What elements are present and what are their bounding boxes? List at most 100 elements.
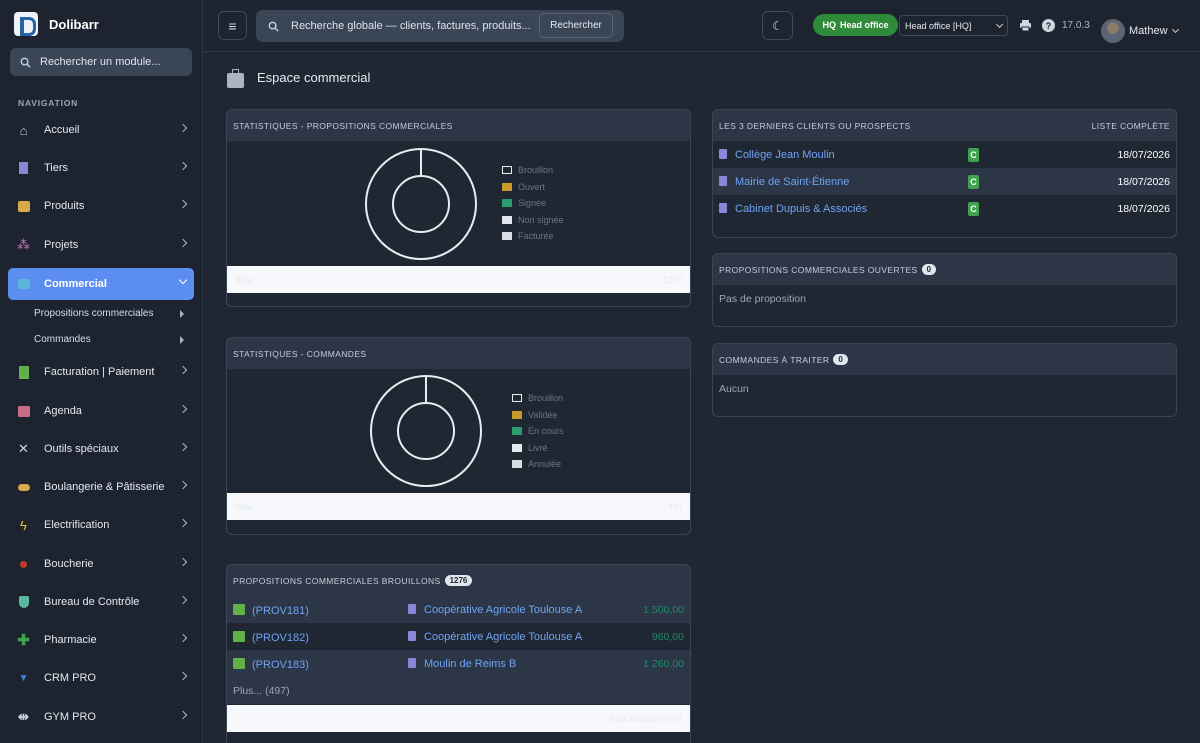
dark-mode-button[interactable]: ☾	[762, 11, 793, 40]
table-row[interactable]: (PROV181) Coopérative Agricole Toulouse …	[227, 596, 690, 623]
client-cell[interactable]: Coopérative Agricole Toulouse A	[408, 630, 582, 643]
user-menu[interactable]: Mathew	[1129, 25, 1179, 37]
proposal-ref-link[interactable]: (PROV182)	[252, 632, 309, 644]
caret-right-icon	[180, 310, 184, 318]
sidebar-subitem-label: Propositions commerciales	[34, 308, 154, 319]
building-icon	[408, 658, 416, 668]
client-link[interactable]: Mairie de Saint-Étienne	[735, 176, 849, 188]
tools-icon: ✕	[18, 441, 29, 456]
brand[interactable]: Dolibarr	[14, 11, 99, 37]
proposal-ref[interactable]: (PROV181)	[233, 603, 309, 617]
sidebar-item-crm-pro[interactable]: ▼ CRM PRO	[8, 662, 194, 694]
total-label: Total	[234, 274, 254, 285]
client-link[interactable]: Collège Jean Moulin	[735, 149, 835, 161]
client-cell[interactable]: Coopérative Agricole Toulouse A	[408, 603, 582, 616]
proposal-ref-link[interactable]: (PROV181)	[252, 605, 309, 617]
legend-item: Livré	[512, 440, 564, 457]
sidebar-item-label: Outils spéciaux	[44, 443, 119, 455]
client-cell[interactable]: Mairie de Saint-Étienne	[719, 175, 849, 188]
sidebar-item-label: Tiers	[44, 162, 69, 174]
sidebar-item-gym-pro[interactable]: ⇹ GYM PRO	[8, 701, 194, 733]
empty-row: Pas de proposition	[713, 285, 1176, 312]
proposal-icon	[233, 603, 245, 615]
legend-swatch	[502, 215, 512, 224]
table-row[interactable]: Collège Jean Moulin C 18/07/2026	[713, 141, 1176, 168]
sidebar-subitem-propositions[interactable]: Propositions commerciales	[34, 308, 184, 319]
client-link[interactable]: Coopérative Agricole Toulouse A	[424, 604, 582, 616]
proposal-ref[interactable]: (PROV182)	[233, 630, 309, 644]
proposals-legend: Brouillon Ouvert Signée Non signée Factu…	[502, 162, 564, 245]
entity-select[interactable]: Head office [HQ]	[899, 15, 1008, 36]
sidebar-item-label: Bureau de Contrôle	[44, 596, 140, 608]
help-icon[interactable]: ?	[1042, 19, 1055, 32]
client-cell[interactable]: Moulin de Reims B	[408, 657, 516, 670]
sidebar-item-projets[interactable]: ⁂ Projets	[8, 229, 194, 261]
legend-label: Facturée	[518, 231, 554, 242]
sidebar-item-commercial[interactable]: Commercial	[8, 268, 194, 300]
sidebar-item-pharmacie[interactable]: ✚ Pharmacie	[8, 624, 194, 656]
entity-badge[interactable]: HQ Head office	[813, 14, 898, 36]
empty-message: Aucun	[719, 382, 749, 395]
chevron-right-icon	[178, 238, 188, 248]
draft-proposals-panel: PROPOSITIONS COMMERCIALES BROUILLONS 1276…	[226, 564, 691, 743]
legend-item: Validée	[512, 407, 564, 424]
legend-item: En cours	[512, 423, 564, 440]
sidebar-item-tiers[interactable]: Tiers	[8, 152, 194, 184]
avatar[interactable]	[1101, 19, 1125, 43]
global-search[interactable]: Recherche globale — clients, factures, p…	[256, 10, 624, 42]
orders-donut-chart	[370, 375, 482, 487]
building-icon	[16, 161, 31, 176]
client-link[interactable]: Coopérative Agricole Toulouse A	[424, 631, 582, 643]
sidebar-item-label: Boucherie	[44, 558, 94, 570]
sidebar-item-label: Pharmacie	[44, 634, 97, 646]
sidebar-item-agenda[interactable]: Agenda	[8, 395, 194, 427]
bolt-icon: ϟ	[20, 517, 27, 533]
table-row[interactable]: (PROV182) Coopérative Agricole Toulouse …	[227, 623, 690, 650]
search-button[interactable]: Rechercher	[539, 13, 613, 38]
chevron-right-icon	[178, 442, 188, 452]
total-row: Total brouillons HT	[227, 705, 690, 732]
printer-icon[interactable]	[1019, 19, 1032, 32]
chevron-right-icon	[178, 404, 188, 414]
client-link[interactable]: Moulin de Reims B	[424, 658, 516, 670]
table-row[interactable]: Cabinet Dupuis & Associés C 18/07/2026	[713, 195, 1176, 222]
legend-swatch	[512, 427, 522, 436]
panel-title: LES 3 DERNIERS CLIENTS OU PROSPECTS LISTE…	[713, 110, 1176, 141]
chevron-right-icon	[178, 595, 188, 605]
sidebar-item-outils[interactable]: ✕ Outils spéciaux	[8, 433, 194, 465]
app-name: Dolibarr	[49, 16, 99, 32]
building-icon	[719, 176, 727, 186]
sidebar-item-boucherie[interactable]: Boucherie	[8, 548, 194, 580]
date: 18/07/2026	[1117, 175, 1170, 188]
sidebar-item-boulangerie[interactable]: Boulangerie & Pâtisserie	[8, 471, 194, 503]
menu-toggle-button[interactable]: ≡	[218, 11, 247, 40]
sidebar-item-electrification[interactable]: ϟ Electrification	[8, 509, 194, 541]
module-search-input[interactable]: Rechercher un module...	[10, 48, 192, 76]
sidebar-subitem-commandes[interactable]: Commandes	[34, 334, 184, 345]
client-link[interactable]: Cabinet Dupuis & Associés	[735, 203, 867, 215]
more-row[interactable]: Plus... (497)	[227, 677, 690, 704]
total-row: Total 1276	[227, 266, 690, 293]
sidebar-item-facturation[interactable]: Facturation | Paiement	[8, 356, 194, 388]
briefcase-icon	[227, 69, 244, 88]
open-proposals-panel: PROPOSITIONS COMMERCIALES OUVERTES 0 Pas …	[712, 253, 1177, 327]
count-badge: 0	[921, 264, 937, 275]
client-cell[interactable]: Cabinet Dupuis & Associés	[719, 202, 867, 215]
legend-item: Non signée	[502, 212, 564, 229]
chevron-right-icon	[178, 518, 188, 528]
sidebar-item-accueil[interactable]: ⌂ Accueil	[8, 114, 194, 146]
more-link[interactable]: Plus... (497)	[233, 685, 290, 697]
panel-title-text: PROPOSITIONS COMMERCIALES BROUILLONS	[233, 575, 441, 586]
proposal-ref[interactable]: (PROV183)	[233, 657, 309, 671]
table-row[interactable]: Mairie de Saint-Étienne C 18/07/2026	[713, 168, 1176, 195]
client-cell[interactable]: Collège Jean Moulin	[719, 148, 835, 161]
panel-title: PROPOSITIONS COMMERCIALES BROUILLONS 1276	[227, 565, 690, 596]
empty-message: Pas de proposition	[719, 292, 806, 305]
stats-proposals-panel: STATISTIQUES - PROPOSITIONS COMMERCIALES…	[226, 109, 691, 307]
full-list-link[interactable]: LISTE COMPLÈTE	[1092, 121, 1170, 131]
table-row[interactable]: (PROV183) Moulin de Reims B 1 260,00	[227, 650, 690, 677]
proposal-ref-link[interactable]: (PROV183)	[252, 659, 309, 671]
sidebar-item-label: Projets	[44, 239, 79, 251]
sidebar-item-produits[interactable]: Produits	[8, 190, 194, 222]
sidebar-item-bureau-controle[interactable]: Bureau de Contrôle	[8, 586, 194, 618]
